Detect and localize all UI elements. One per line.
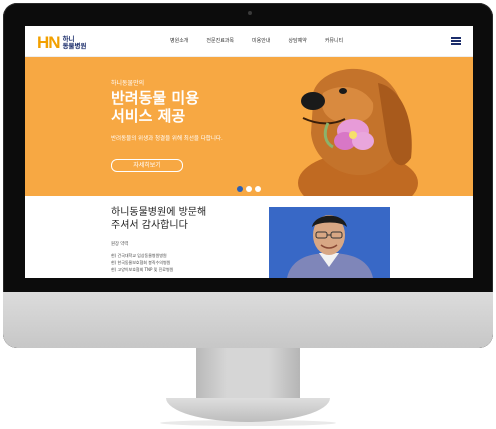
welcome-section: 하니동물병원에 방문해 주셔서 감사합니다 원장 약력 현) 건국대학교 임상동…	[25, 196, 473, 278]
menu-community[interactable]: 커뮤니티	[325, 37, 343, 44]
details-button[interactable]: 자세히보기	[111, 159, 183, 172]
menu-treatment[interactable]: 전문진료과목	[206, 37, 234, 44]
hero-banner: 하니동물만의 반려동물 미용 서비스 제공 반려동물의 위생과 청결을 위해 최…	[25, 57, 473, 196]
welcome-heading: 하니동물병원에 방문해 주셔서 감사합니다	[111, 206, 206, 232]
director-title: 원장 약력	[111, 242, 129, 247]
slider-dot-2[interactable]	[246, 186, 252, 192]
career-item: 현) 고양이보호협회 TNP 및 진료병원	[111, 267, 174, 272]
career-item: 현) 건국대학교 임상동물병원병원	[111, 253, 167, 258]
slider-dots	[237, 186, 261, 192]
menu-grooming[interactable]: 미용안내	[252, 37, 270, 44]
career-item: 현) 한국동물보호협회 봉직수의병원	[111, 260, 171, 265]
monitor-stand	[196, 348, 300, 400]
dog-with-flower-image	[298, 68, 418, 196]
slider-dot-3[interactable]	[255, 186, 261, 192]
hero-title-line-2: 서비스 제공	[111, 107, 186, 125]
welcome-line-2: 주셔서 감사합니다	[111, 220, 188, 231]
logo-line-2: 동물병원	[62, 42, 87, 50]
logo-mark: HN	[37, 33, 61, 52]
logo-text: 하니 동물병원	[63, 36, 87, 50]
menu-about[interactable]: 병원소개	[170, 37, 188, 44]
hero-kicker: 하니동물만의	[111, 80, 145, 87]
website-screen: HN 하니 동물병원 병원소개 전문진료과목 미용안내 상담예약 커뮤니티 하니…	[25, 26, 473, 278]
menu-reservation[interactable]: 상담예약	[288, 37, 306, 44]
hamburger-menu-icon[interactable]	[451, 37, 461, 45]
site-logo[interactable]: HN 하니 동물병원	[37, 33, 86, 53]
hero-title: 반려동물 미용 서비스 제공	[111, 89, 199, 125]
main-menu: 병원소개 전문진료과목 미용안내 상담예약 커뮤니티	[170, 37, 361, 44]
hero-subtitle: 반려동물의 위생과 청결을 위해 최선을 다합니다.	[111, 136, 223, 142]
director-career: 현) 건국대학교 임상동물병원병원 현) 한국동물보호협회 봉직수의병원 현) …	[111, 252, 173, 273]
slider-dot-1[interactable]	[237, 186, 243, 192]
monitor-base	[166, 398, 330, 422]
monitor-chin	[3, 292, 493, 348]
hero-title-line-1: 반려동물 미용	[111, 89, 200, 107]
welcome-line-1: 하니동물병원에 방문해	[111, 207, 207, 218]
webcam-icon	[248, 11, 252, 15]
director-photo	[269, 207, 390, 278]
site-header: HN 하니 동물병원 병원소개 전문진료과목 미용안내 상담예약 커뮤니티	[25, 26, 473, 57]
